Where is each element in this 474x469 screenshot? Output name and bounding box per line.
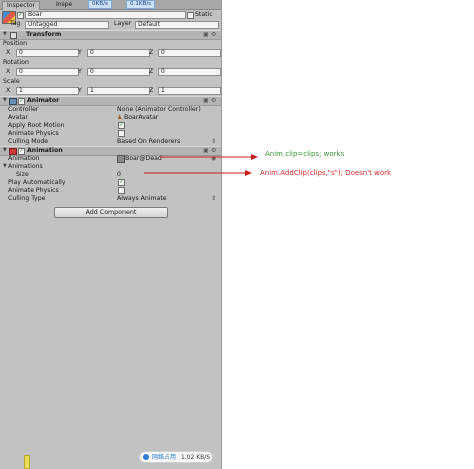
network-icon	[143, 454, 149, 460]
network-widget[interactable]: 网络占用 1.02 KB/S	[139, 451, 213, 463]
annotation-note-1: Anim.clip=clips; works	[265, 150, 345, 158]
arrowhead-2	[245, 170, 252, 176]
annotation-note-2: Anim.AddClip(clips,"s"); Doesn't work	[260, 169, 392, 177]
network-label: 网络占用	[152, 454, 177, 461]
annotation-arrows	[144, 154, 258, 176]
arrowhead-1	[251, 154, 258, 160]
network-speed: 1.02 KB/S	[180, 454, 211, 461]
yellow-marker	[24, 455, 30, 469]
